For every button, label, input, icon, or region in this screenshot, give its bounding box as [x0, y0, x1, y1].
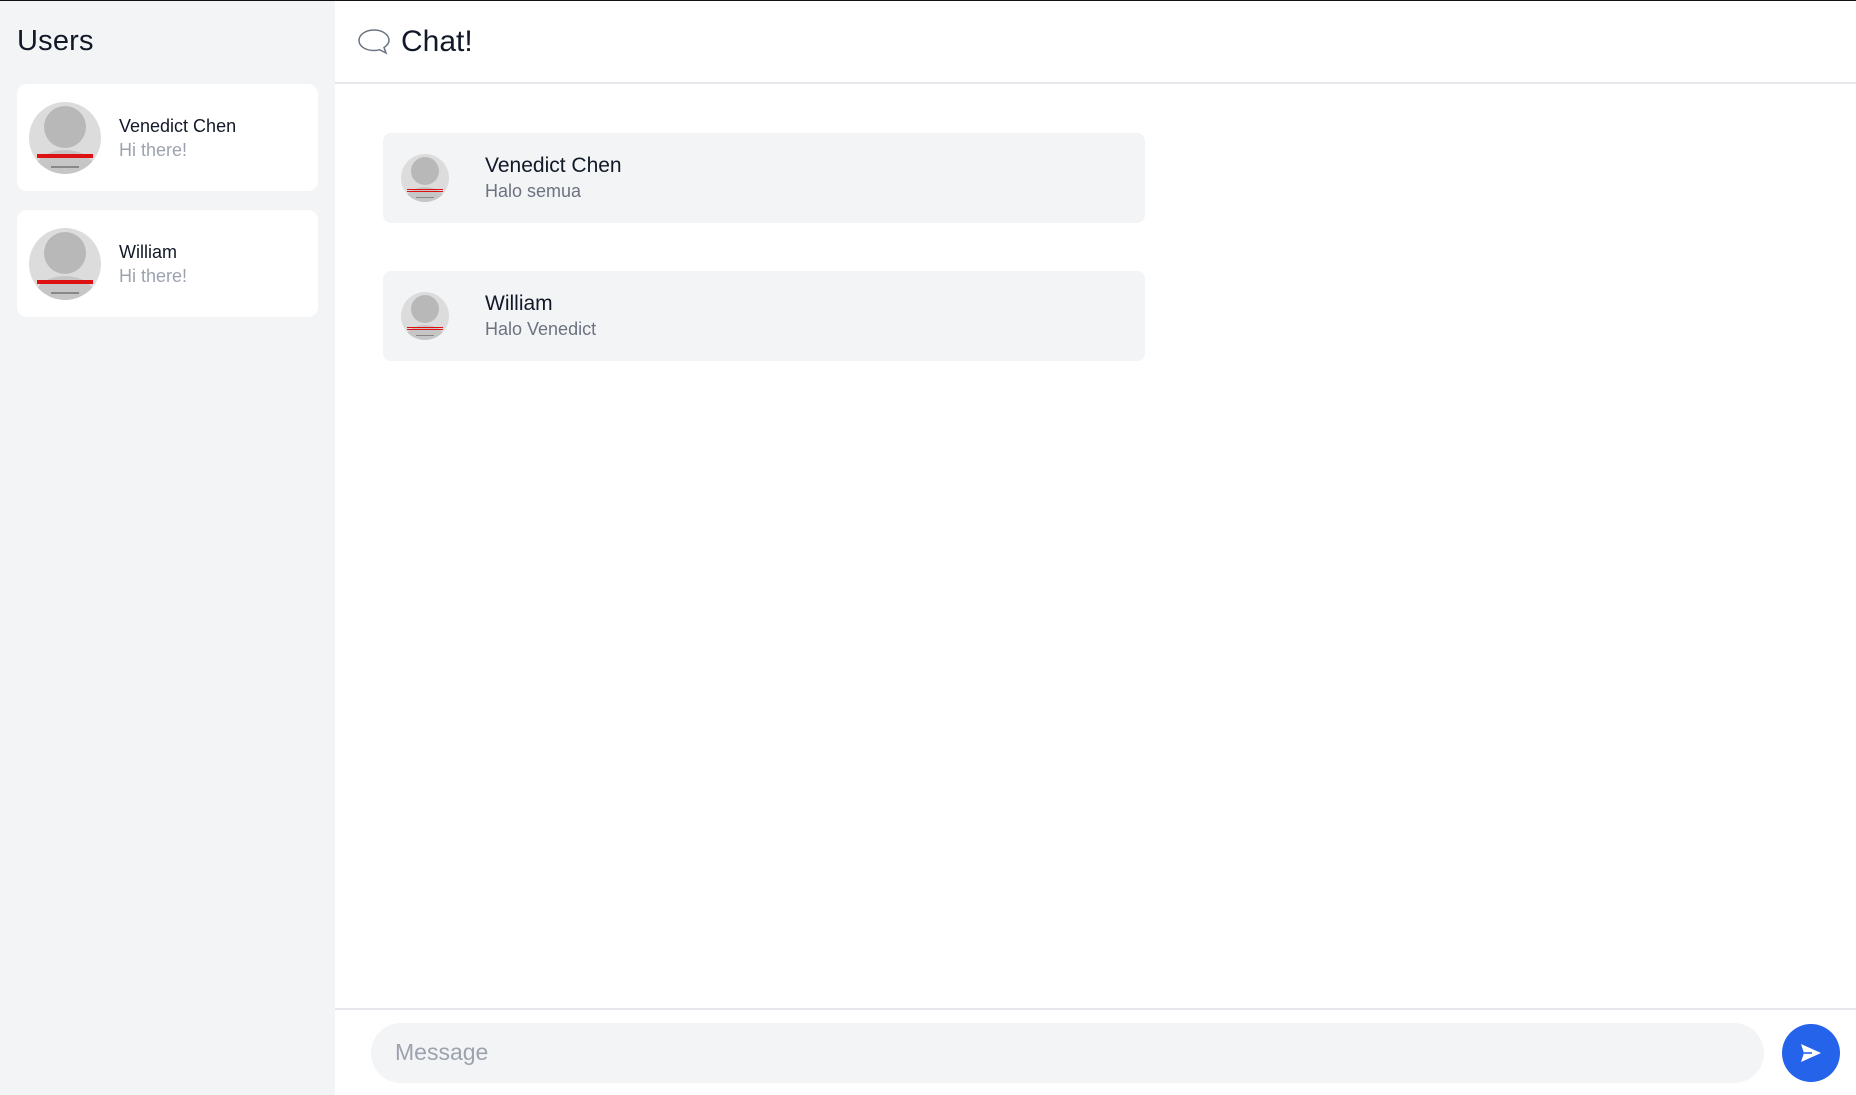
chat-header: Chat! — [335, 1, 1856, 84]
avatar — [29, 227, 101, 300]
sidebar-title: Users — [17, 25, 94, 57]
app-root: Users Venedict Chen Hi there! William Hi… — [0, 0, 1856, 1095]
message-item: Venedict Chen Halo semua — [383, 133, 1145, 223]
chat-bubble-icon — [358, 28, 390, 55]
chat-title: Chat! — [401, 24, 473, 58]
send-icon — [1801, 1043, 1821, 1062]
users-sidebar: Users Venedict Chen Hi there! William Hi… — [0, 1, 335, 1095]
message-list: Venedict Chen Halo semua William Halo Ve… — [335, 84, 1856, 361]
user-preview: Hi there! — [119, 265, 188, 286]
send-button[interactable] — [1782, 1023, 1840, 1082]
message-text: Halo semua — [485, 181, 582, 201]
user-card[interactable]: Venedict Chen Hi there! — [17, 84, 318, 191]
user-preview: Hi there! — [119, 139, 188, 160]
message-item: William Halo Venedict — [383, 271, 1145, 361]
message-text: Halo Venedict — [485, 319, 597, 339]
message-sender: William — [485, 292, 553, 315]
message-composer — [335, 1008, 1856, 1095]
avatar — [401, 154, 449, 202]
avatar — [401, 292, 449, 340]
avatar — [29, 101, 101, 174]
message-sender: Venedict Chen — [485, 154, 622, 177]
message-input[interactable] — [371, 1022, 1764, 1083]
user-name: Venedict Chen — [119, 115, 237, 136]
user-name: William — [119, 241, 177, 262]
user-card[interactable]: William Hi there! — [17, 210, 318, 317]
chat-panel: Chat! Venedict Chen Halo semua William H… — [335, 1, 1856, 1095]
